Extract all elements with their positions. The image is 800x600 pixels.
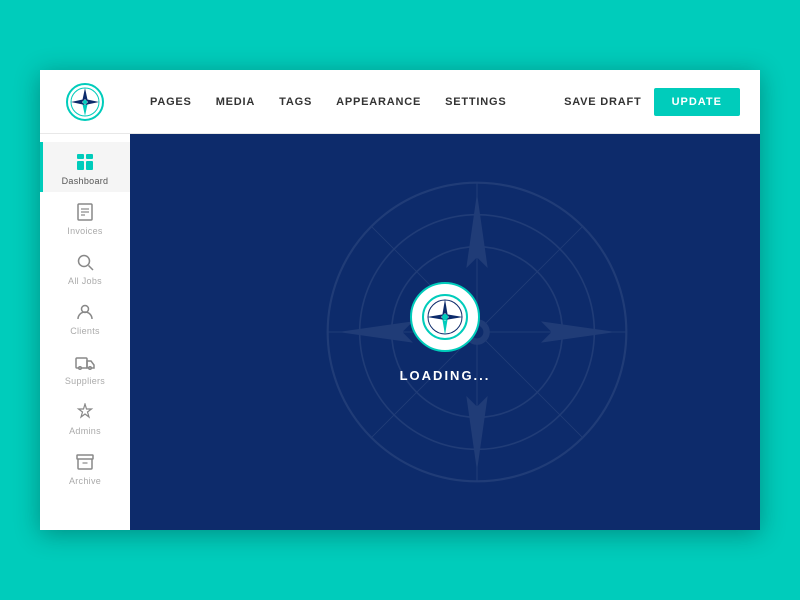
sidebar-item-suppliers[interactable]: Suppliers xyxy=(40,342,130,392)
all-jobs-icon xyxy=(75,252,95,272)
loading-logo xyxy=(410,282,480,352)
sidebar-item-archive-label: Archive xyxy=(69,476,101,486)
content-area: LOADING... xyxy=(130,134,760,530)
sidebar-item-suppliers-label: Suppliers xyxy=(65,376,105,386)
logo-area xyxy=(40,70,130,134)
sidebar-item-archive[interactable]: Archive xyxy=(40,442,130,492)
nav-actions: SAVE DRAFT UPDATE xyxy=(564,88,740,116)
archive-icon xyxy=(75,452,95,472)
loading-text: LOADING... xyxy=(400,368,491,383)
nav-items: PAGES MEDIA TAGS APPEARANCE SETTINGS xyxy=(150,96,564,108)
clients-icon xyxy=(75,302,95,322)
loading-container: LOADING... xyxy=(400,282,491,383)
sidebar-item-clients-label: Clients xyxy=(70,326,100,336)
app-window: Dashboard Invoices xyxy=(40,70,760,530)
sidebar-item-dashboard[interactable]: Dashboard xyxy=(40,142,130,192)
logo-icon xyxy=(65,82,105,122)
dashboard-icon xyxy=(75,152,95,172)
nav-item-appearance[interactable]: APPEARANCE xyxy=(336,96,421,108)
sidebar: Dashboard Invoices xyxy=(40,70,130,530)
sidebar-item-admins-label: Admins xyxy=(69,426,101,436)
sidebar-item-invoices[interactable]: Invoices xyxy=(40,192,130,242)
main-area: PAGES MEDIA TAGS APPEARANCE SETTINGS SAV… xyxy=(130,70,760,530)
sidebar-item-all-jobs-label: All Jobs xyxy=(68,276,102,286)
nav-item-settings[interactable]: SETTINGS xyxy=(445,96,506,108)
update-button[interactable]: UPDATE xyxy=(654,88,740,116)
sidebar-item-clients[interactable]: Clients xyxy=(40,292,130,342)
sidebar-item-admins[interactable]: Admins xyxy=(40,392,130,442)
suppliers-icon xyxy=(75,352,95,372)
nav-item-media[interactable]: MEDIA xyxy=(216,96,255,108)
loading-compass-icon xyxy=(420,292,470,342)
sidebar-item-all-jobs[interactable]: All Jobs xyxy=(40,242,130,292)
admins-icon xyxy=(75,402,95,422)
sidebar-nav: Dashboard Invoices xyxy=(40,134,130,492)
sidebar-item-dashboard-label: Dashboard xyxy=(62,176,109,186)
top-navigation: PAGES MEDIA TAGS APPEARANCE SETTINGS SAV… xyxy=(130,70,760,134)
nav-item-pages[interactable]: PAGES xyxy=(150,96,192,108)
save-draft-button[interactable]: SAVE DRAFT xyxy=(564,96,641,108)
invoices-icon xyxy=(75,202,95,222)
sidebar-item-invoices-label: Invoices xyxy=(67,226,102,236)
nav-item-tags[interactable]: TAGS xyxy=(279,96,312,108)
